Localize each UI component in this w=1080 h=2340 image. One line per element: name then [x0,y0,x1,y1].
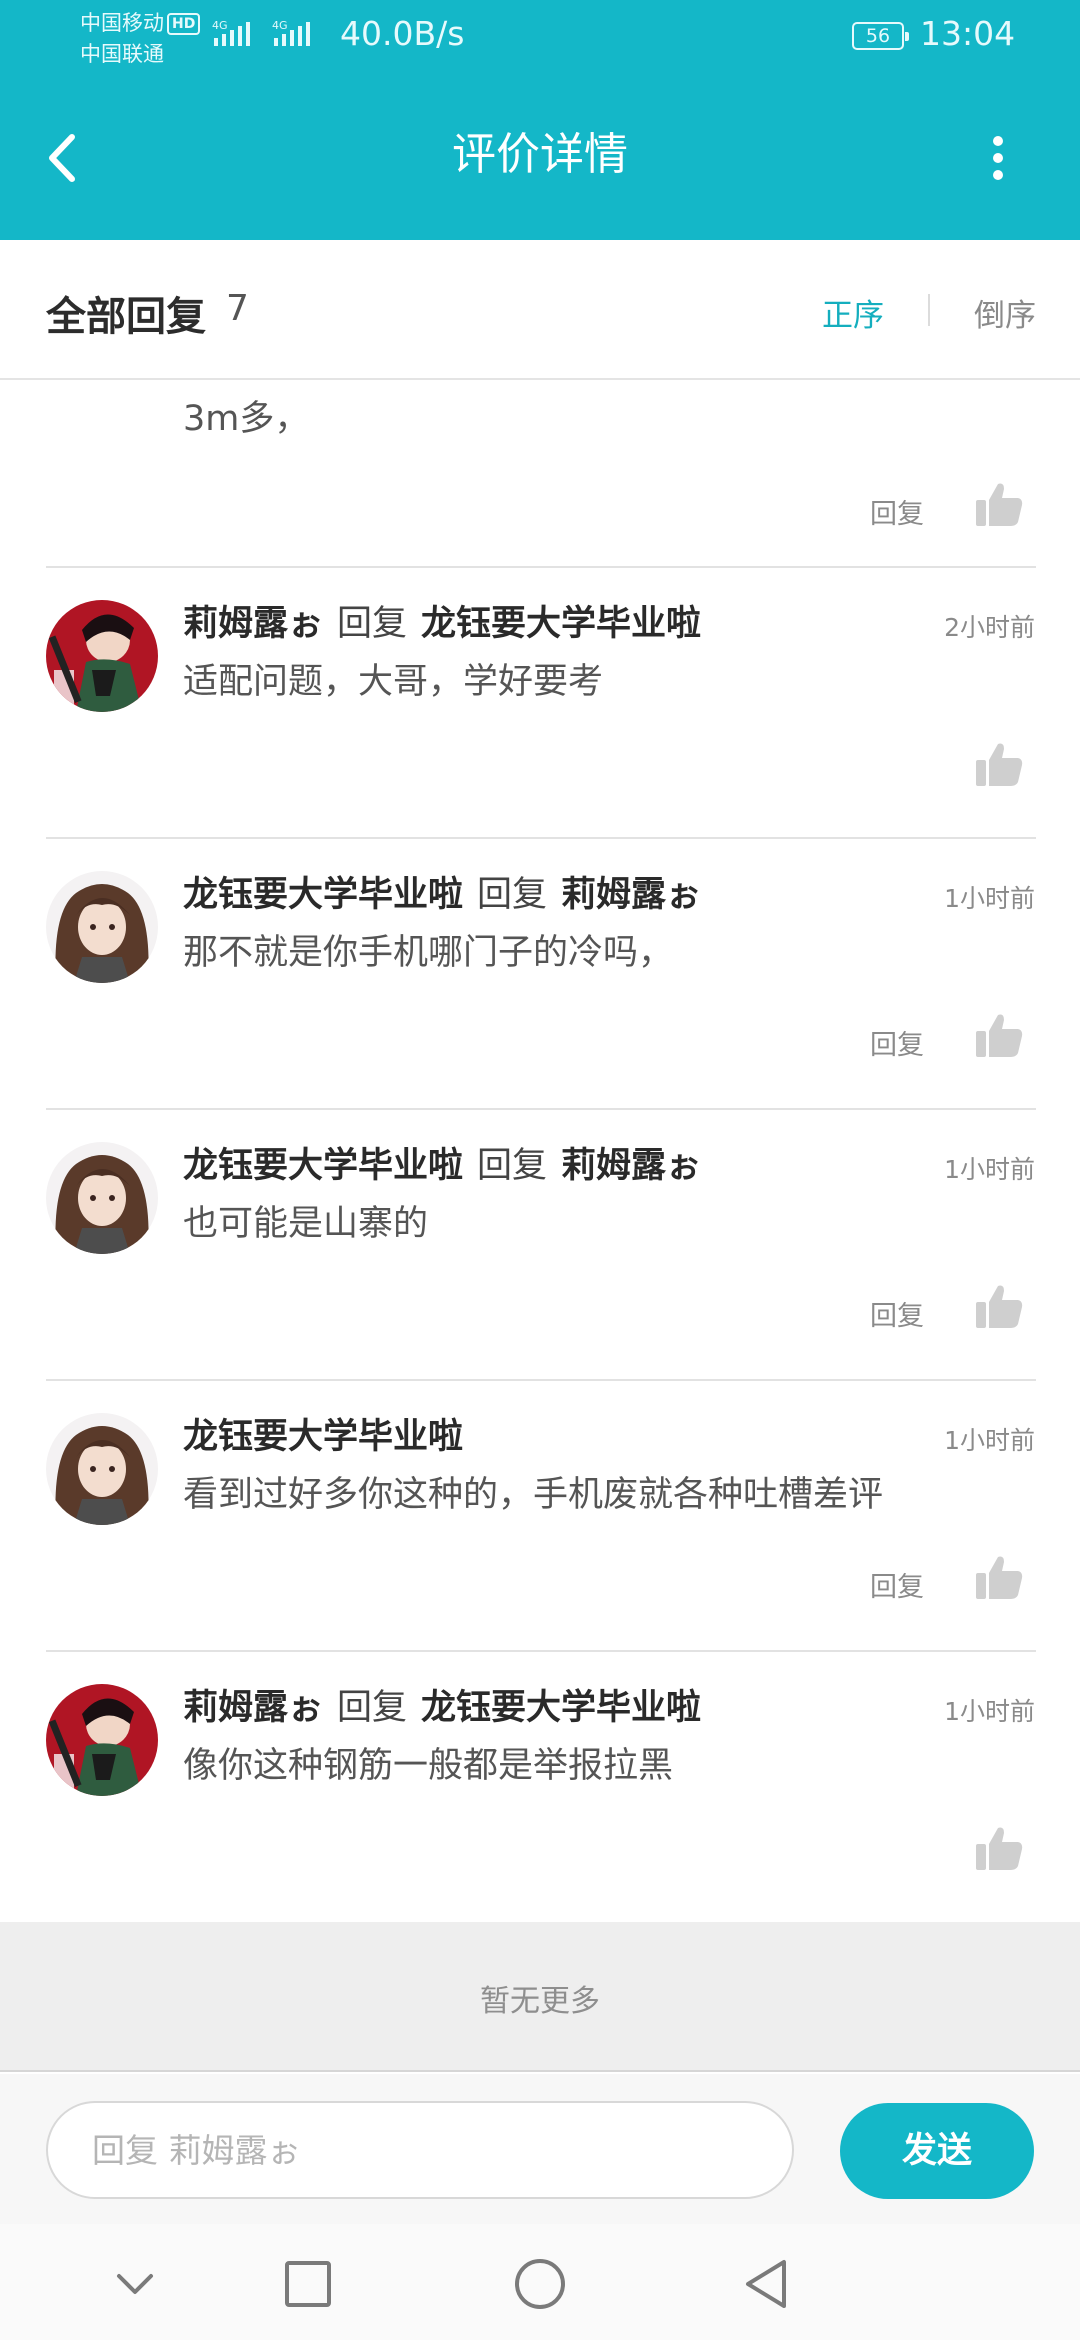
list-item: 龙钰要大学毕业啦 回复 莉姆露ぉ 1小时前 那不就是你手机哪门子的冷吗， 回复 [0,839,1080,1109]
list-item: 莉姆露ぉ 回复 龙钰要大学毕业啦 2小时前 适配问题，大哥，学好要考 [0,568,1080,838]
hd-badge: HD [167,13,201,35]
reply-link[interactable]: 回复 [870,1294,924,1333]
avatar[interactable] [46,871,158,983]
end-of-list: 暂无更多 [0,1922,1080,2072]
comment-header: 莉姆露ぉ 回复 龙钰要大学毕业啦 [183,602,701,646]
comment-header: 龙钰要大学毕业啦 回复 莉姆露ぉ [183,1144,701,1188]
square-icon[interactable] [278,2254,338,2314]
author-name[interactable]: 莉姆露ぉ [183,1688,323,1728]
comment-text: 像你这种钢筋一般都是举报拉黑 [183,1746,674,1786]
comment-header: 龙钰要大学毕业啦 [183,1415,463,1459]
thumbs-up-icon[interactable] [974,1553,1024,1603]
reply-link[interactable]: 回复 [870,1565,924,1604]
comment-list[interactable]: 3m多， 回复 莉姆露ぉ 回复 龙钰要大学毕业啦 2小时前 适配问题，大哥，学好要考 [0,382,1080,1922]
reply-verb: 回复 [337,604,408,644]
sort-ascending-tab[interactable]: 正序 [822,290,884,335]
author-name[interactable]: 龙钰要大学毕业啦 [183,875,463,915]
carrier-info: 中国移动 HD 中国联通 [80,8,201,70]
avatar[interactable] [46,600,158,712]
sort-descending-tab[interactable]: 倒序 [974,290,1036,335]
comment-text: 看到过好多你这种的，手机废就各种吐槽差评 [183,1475,884,1515]
author-name[interactable]: 龙钰要大学毕业啦 [183,1146,463,1186]
chevron-down-icon[interactable] [105,2254,165,2314]
comment-text: 也可能是山寨的 [183,1204,429,1244]
list-item: 莉姆露ぉ 回复 龙钰要大学毕业啦 1小时前 像你这种钢筋一般都是举报拉黑 [0,1652,1080,1922]
comment-time: 2小时前 [944,613,1035,642]
battery-icon: 56 [852,22,909,50]
reply-verb: 回复 [477,875,548,915]
svg-text:4G: 4G [272,19,288,32]
author-name[interactable]: 莉姆露ぉ [183,604,323,644]
author-name[interactable]: 龙钰要大学毕业啦 [183,1417,463,1457]
thumbs-up-icon[interactable] [974,1824,1024,1874]
more-options-icon[interactable] [970,123,1026,193]
reply-link[interactable]: 回复 [870,492,924,531]
reply-count: 7 [226,288,249,329]
send-button[interactable]: 发送 [840,2103,1034,2199]
svg-text:4G: 4G [212,19,228,32]
signal-1-icon: 4G [212,19,250,46]
reply-verb: 回复 [337,1688,408,1728]
carrier-2: 中国联通 [80,42,164,66]
avatar[interactable] [46,1684,158,1796]
comment-header: 龙钰要大学毕业啦 回复 莉姆露ぉ [183,873,701,917]
reply-target-name[interactable]: 龙钰要大学毕业啦 [421,1688,701,1728]
thumbs-up-icon[interactable] [974,740,1024,790]
comment-time: 1小时前 [944,884,1035,913]
reply-verb: 回复 [477,1146,548,1186]
reply-target-name[interactable]: 龙钰要大学毕业啦 [421,604,701,644]
carrier-1: 中国移动 [80,11,164,35]
thumbs-up-icon[interactable] [974,1011,1024,1061]
thumbs-up-icon[interactable] [974,1282,1024,1332]
reply-link[interactable]: 回复 [870,1023,924,1062]
comment-time: 1小时前 [944,1426,1035,1455]
reply-input[interactable] [46,2101,794,2199]
system-nav-bar [0,2224,1080,2340]
thumbs-up-icon[interactable] [974,480,1024,530]
sort-divider [928,294,930,326]
reply-target-name[interactable]: 莉姆露ぉ [561,1146,701,1186]
no-more-text: 暂无更多 [480,1984,600,2019]
reply-target-name[interactable]: 莉姆露ぉ [561,875,701,915]
status-bar: 中国移动 HD 中国联通 4G 4G 40.0B/s 56 13:04 [0,0,1080,75]
page-title: 评价详情 [452,129,628,180]
clock: 13:04 [920,14,1016,53]
comment-text: 适配问题，大哥，学好要考 [183,662,604,702]
reply-header: 全部回复 7 正序 倒序 [0,240,1080,380]
comment-time: 1小时前 [944,1155,1035,1184]
triangle-back-icon[interactable] [738,2254,798,2314]
reply-input-bar: 发送 [0,2074,1080,2224]
comment-text: 那不就是你手机哪门子的冷吗， [183,933,674,973]
net-speed: 40.0B/s [340,14,465,53]
signal-2-icon: 4G [272,19,310,46]
list-item: 龙钰要大学毕业啦 回复 莉姆露ぉ 1小时前 也可能是山寨的 回复 [0,1110,1080,1380]
avatar[interactable] [46,1142,158,1254]
circle-home-icon[interactable] [510,2254,570,2314]
comment-header: 莉姆露ぉ 回复 龙钰要大学毕业啦 [183,1686,701,1730]
list-item: 龙钰要大学毕业啦 1小时前 看到过好多你这种的，手机废就各种吐槽差评 回复 [0,1381,1080,1651]
app-bar: 评价详情 [0,75,1080,240]
comment-time: 1小时前 [944,1697,1035,1726]
comment-text: 3m多， [183,399,310,439]
avatar[interactable] [46,1413,158,1525]
all-replies-title: 全部回复 [46,294,206,340]
